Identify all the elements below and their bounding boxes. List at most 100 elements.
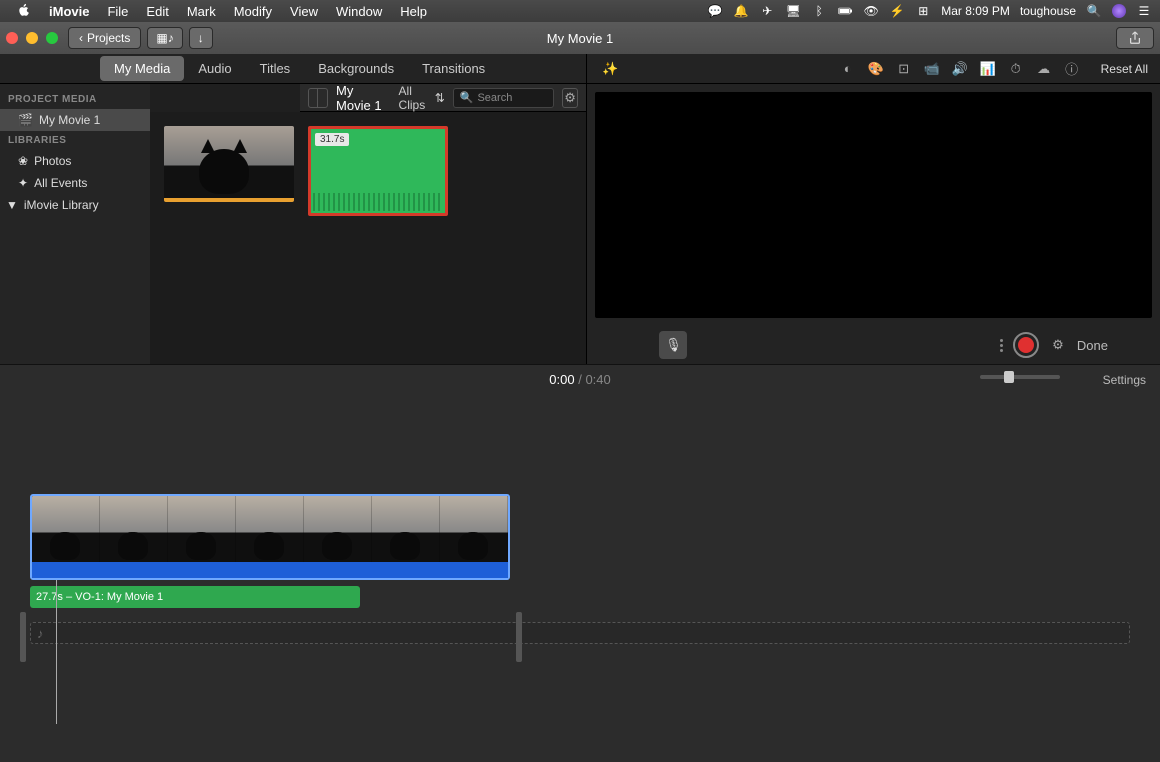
color-correction-button[interactable]: 🎨 — [865, 58, 887, 80]
magic-wand-button[interactable]: ✨ — [599, 58, 621, 80]
siri-icon[interactable] — [1112, 4, 1126, 18]
macos-menubar: iMovie File Edit Mark Modify View Window… — [0, 0, 1160, 22]
menu-modify[interactable]: Modify — [225, 4, 281, 19]
display-icon[interactable]: 🖥 — [785, 3, 801, 19]
timeline-video-clip[interactable] — [30, 494, 510, 580]
import-button[interactable]: ↓ — [189, 27, 213, 49]
done-button[interactable]: Done — [1077, 338, 1108, 353]
back-label: Projects — [87, 31, 130, 45]
media-tabs: My Media Audio Titles Backgrounds Transi… — [0, 54, 586, 84]
gear-icon: ⚙ — [564, 90, 576, 106]
reset-all-button[interactable]: Reset All — [1101, 62, 1148, 76]
timeline-voiceover-clip[interactable]: 27.7s – VO-1: My Movie 1 — [30, 586, 360, 608]
voiceover-mic-button[interactable]: 🎙 — [659, 331, 687, 359]
window-title: My Movie 1 — [547, 31, 613, 46]
clip-trim-handle-left[interactable] — [20, 612, 26, 662]
tab-transitions[interactable]: Transitions — [408, 56, 499, 81]
wechat-icon[interactable]: 💬 — [707, 3, 723, 19]
sidebar-item-allevents[interactable]: ✦ All Events — [0, 172, 150, 194]
menubar-user[interactable]: toughouse — [1020, 4, 1076, 18]
tab-audio[interactable]: Audio — [184, 56, 245, 81]
timecode-duration: 0:40 — [585, 372, 610, 387]
sidebar-library-label: iMovie Library — [24, 198, 99, 212]
menu-window[interactable]: Window — [327, 4, 391, 19]
back-projects-button[interactable]: ‹ Projects — [68, 27, 141, 49]
voiceover-options-button[interactable]: ⚙ — [1049, 336, 1067, 354]
stabilization-button[interactable]: 📹 — [921, 58, 943, 80]
minimize-button[interactable] — [26, 32, 38, 44]
browser-title: My Movie 1 — [336, 83, 390, 113]
battery-icon[interactable] — [837, 3, 853, 19]
tab-backgrounds[interactable]: Backgrounds — [304, 56, 408, 81]
bluetooth-icon[interactable]: ᛒ — [811, 3, 827, 19]
timeline-header: 0:00 / 0:40 Settings — [0, 364, 1160, 394]
sidebar-item-photos[interactable]: ❀ Photos — [0, 150, 150, 172]
spotlight-icon[interactable]: 🔍 — [1086, 3, 1102, 19]
window-controls — [6, 32, 58, 44]
speed-button[interactable]: ⏱ — [1005, 58, 1027, 80]
share-button[interactable] — [1116, 27, 1154, 49]
app-menu[interactable]: iMovie — [40, 4, 98, 19]
timeline[interactable]: 27.7s – VO-1: My Movie 1 ♪ — [0, 494, 1160, 762]
info-button[interactable]: ⓘ — [1061, 58, 1083, 80]
eye-icon[interactable]: 👁 — [863, 3, 879, 19]
music-note-icon: ♪ — [37, 626, 44, 641]
menu-help[interactable]: Help — [391, 4, 436, 19]
timeline-settings-button[interactable]: Settings — [1103, 373, 1146, 387]
timecode-display: 0:00 / 0:40 — [549, 372, 611, 387]
menu-file[interactable]: File — [98, 4, 137, 19]
clapper-icon: 🎬 — [18, 113, 33, 127]
clip-content-preview — [199, 149, 249, 194]
browser-options-button[interactable]: ⚙ — [562, 88, 579, 108]
timeline-music-well[interactable]: ♪ — [30, 622, 1130, 644]
zoom-slider[interactable] — [980, 375, 1060, 379]
window-toolbar: ‹ Projects ▦♪ ↓ My Movie 1 — [0, 22, 1160, 54]
sidebar-project-label: My Movie 1 — [39, 113, 100, 127]
share-icon — [1128, 31, 1142, 45]
control-center-icon[interactable]: ☰ — [1136, 3, 1152, 19]
sidebar-item-project[interactable]: 🎬 My Movie 1 — [0, 109, 150, 131]
clip-filter-button[interactable]: ☁ — [1033, 58, 1055, 80]
record-button[interactable] — [1013, 332, 1039, 358]
clip-audio-waveform — [32, 562, 508, 578]
notifications-icon[interactable]: 🔔 — [733, 3, 749, 19]
menu-view[interactable]: View — [281, 4, 327, 19]
menu-edit[interactable]: Edit — [137, 4, 177, 19]
photos-icon: ❀ — [18, 154, 28, 168]
clip-filter-dropdown[interactable]: All Clips ⇅ — [399, 84, 445, 112]
clip-duration-badge: 31.7s — [315, 133, 349, 146]
browser-header: My Movie 1 All Clips ⇅ 🔍 Search ⚙ — [300, 84, 586, 112]
video-clip-thumbnail[interactable] — [164, 126, 294, 202]
sidebar-photos-label: Photos — [34, 154, 71, 168]
search-input[interactable]: 🔍 Search — [453, 88, 554, 108]
drag-handle-icon[interactable] — [1000, 339, 1003, 352]
timecode-current: 0:00 — [549, 372, 574, 387]
sidebar-toggle-button[interactable] — [308, 88, 328, 108]
close-button[interactable] — [6, 32, 18, 44]
apple-menu[interactable] — [8, 3, 40, 20]
audio-clip-thumbnail[interactable]: 31.7s — [308, 126, 448, 216]
color-balance-button[interactable]: ◐ — [837, 58, 859, 80]
sidebar-item-library[interactable]: ▼ iMovie Library — [0, 194, 150, 216]
adjustments-toolbar: ✨ ◐ 🎨 ⊡ 📹 🔊 📊 ⏱ ☁ ⓘ Reset All — [587, 54, 1160, 84]
disclosure-triangle-icon[interactable]: ▼ — [6, 198, 18, 212]
power-icon[interactable]: ⚡ — [889, 3, 905, 19]
crop-button[interactable]: ⊡ — [893, 58, 915, 80]
chevron-left-icon: ‹ — [79, 31, 83, 45]
view-mode-button[interactable]: ▦♪ — [147, 27, 182, 49]
preview-viewer[interactable] — [595, 92, 1152, 318]
zoom-button[interactable] — [46, 32, 58, 44]
clip-filter-label: All Clips — [399, 84, 432, 112]
tab-titles[interactable]: Titles — [246, 56, 305, 81]
location-icon[interactable]: ✈ — [759, 3, 775, 19]
tab-my-media[interactable]: My Media — [100, 56, 184, 81]
media-browser: 31.7s — [150, 112, 586, 364]
keyboard-icon[interactable]: ⊞ — [915, 3, 931, 19]
menu-mark[interactable]: Mark — [178, 4, 225, 19]
noise-eq-button[interactable]: 📊 — [977, 58, 999, 80]
volume-button[interactable]: 🔊 — [949, 58, 971, 80]
menubar-datetime[interactable]: Mar 8:09 PM — [941, 4, 1010, 18]
clip-trim-handle-right[interactable] — [516, 612, 522, 662]
sidebar-head-project: PROJECT MEDIA — [0, 90, 150, 109]
timecode-sep: / — [578, 372, 582, 387]
